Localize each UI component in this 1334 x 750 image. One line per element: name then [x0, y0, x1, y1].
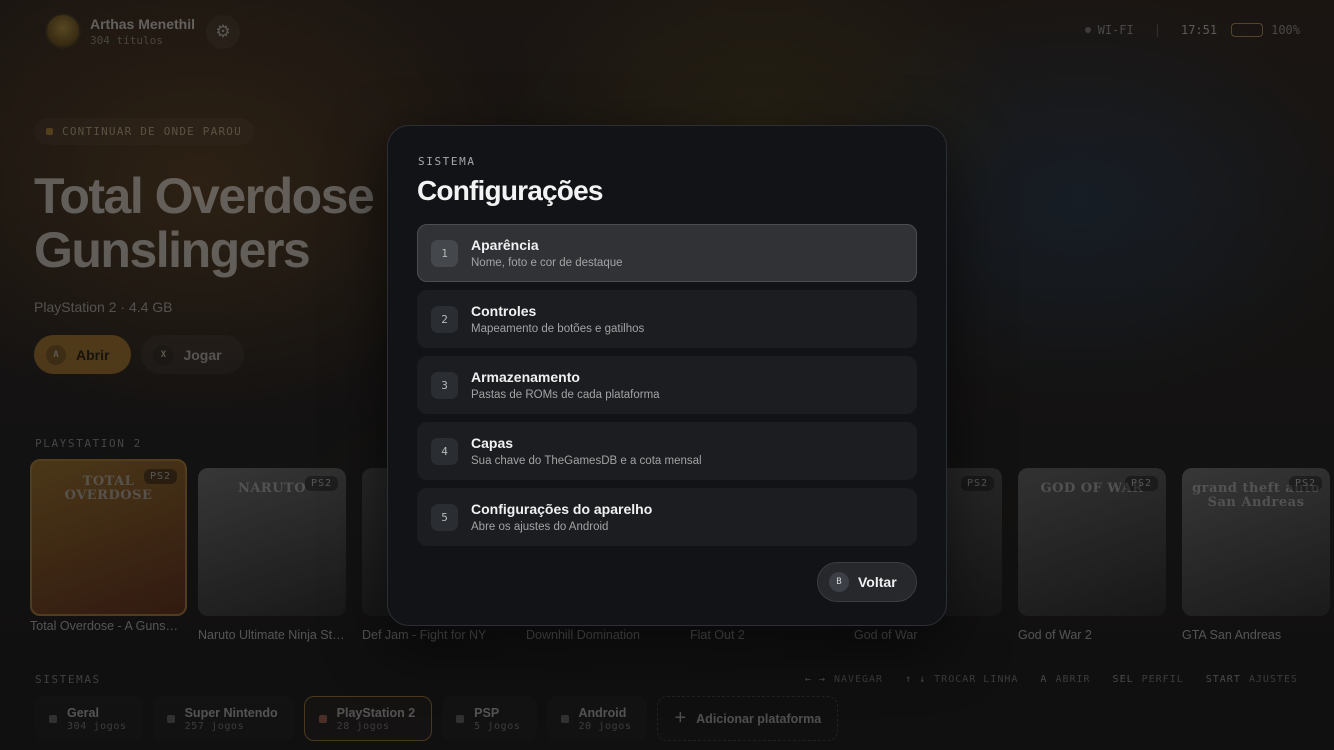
menu-item-subtitle: Nome, foto e cor de destaque	[471, 257, 623, 269]
menu-item-subtitle: Pastas de ROMs de cada plataforma	[471, 389, 660, 401]
settings-menu: 1 Aparência Nome, foto e cor de destaque…	[417, 224, 917, 554]
menu-item-subtitle: Mapeamento de botões e gatilhos	[471, 323, 645, 335]
menu-item-device-settings[interactable]: 5 Configurações do aparelho Abre os ajus…	[417, 488, 917, 546]
menu-item-title: Armazenamento	[471, 369, 580, 385]
menu-item-number: 4	[431, 438, 458, 465]
menu-item-title: Aparência	[471, 237, 539, 253]
modal-title: Configurações	[417, 175, 603, 206]
menu-item-number: 2	[431, 306, 458, 333]
menu-item-covers[interactable]: 4 Capas Sua chave do TheGamesDB e a cota…	[417, 422, 917, 480]
settings-modal: SISTEMA Configurações 1 Aparência Nome, …	[387, 125, 947, 626]
modal-eyebrow: SISTEMA	[418, 155, 476, 168]
menu-item-appearance[interactable]: 1 Aparência Nome, foto e cor de destaque	[417, 224, 917, 282]
menu-item-number: 1	[431, 240, 458, 267]
menu-item-number: 5	[431, 504, 458, 531]
menu-item-title: Capas	[471, 435, 514, 451]
back-button[interactable]: B Voltar	[817, 562, 917, 602]
menu-item-subtitle: Sua chave do TheGamesDB e a cota mensal	[471, 455, 702, 467]
back-label: Voltar	[858, 574, 897, 590]
menu-item-number: 3	[431, 372, 458, 399]
menu-item-subtitle: Abre os ajustes do Android	[471, 521, 609, 533]
back-key-chip: B	[829, 572, 849, 592]
menu-item-title: Controles	[471, 303, 537, 319]
menu-item-title: Configurações do aparelho	[471, 501, 653, 517]
menu-item-storage[interactable]: 3 Armazenamento Pastas de ROMs de cada p…	[417, 356, 917, 414]
menu-item-controls[interactable]: 2 Controles Mapeamento de botões e gatil…	[417, 290, 917, 348]
